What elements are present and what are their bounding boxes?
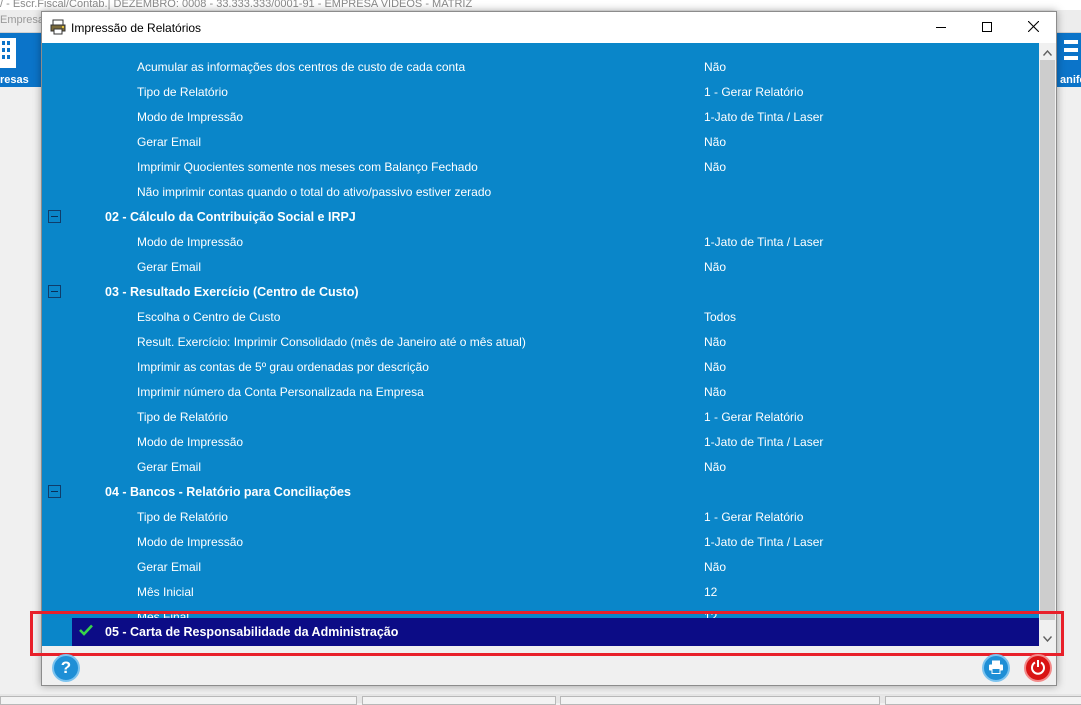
option-value[interactable]: 1-Jato de Tinta / Laser	[704, 535, 823, 549]
report-options-tree: Acumular as informações dos centros de c…	[42, 43, 1039, 646]
option-value[interactable]: 1 - Gerar Relatório	[704, 510, 803, 524]
option-row[interactable]: Modo de Impressão 1-Jato de Tinta / Laser	[42, 230, 1039, 255]
option-row[interactable]: Gerar Email Não	[42, 455, 1039, 480]
dialog-title: Impressão de Relatórios	[71, 21, 202, 35]
collapse-toggle-icon[interactable]	[48, 485, 61, 498]
option-row[interactable]: Acumular as informações dos centros de c…	[42, 55, 1039, 80]
option-row[interactable]: Não imprimir contas quando o total do at…	[42, 180, 1039, 205]
option-label: Acumular as informações dos centros de c…	[137, 60, 466, 74]
scroll-thumb[interactable]	[1040, 60, 1055, 620]
option-row[interactable]: Modo de Impressão 1-Jato de Tinta / Laser	[42, 105, 1039, 130]
option-row[interactable]: Imprimir número da Conta Personalizada n…	[42, 380, 1039, 405]
option-value[interactable]: 1 - Gerar Relatório	[704, 85, 803, 99]
close-icon	[1027, 20, 1039, 35]
option-value[interactable]: Todos	[704, 310, 736, 324]
group-label: 02 - Cálculo da Contribuição Social e IR…	[105, 210, 356, 224]
option-row[interactable]: Mês Inicial 12	[42, 580, 1039, 605]
group-label: 04 - Bancos - Relatório para Conciliaçõe…	[105, 485, 351, 499]
option-label: Tipo de Relatório	[137, 85, 228, 99]
option-label: Não imprimir contas quando o total do at…	[137, 185, 492, 199]
option-label: Escolha o Centro de Custo	[137, 310, 281, 324]
option-value[interactable]: 1-Jato de Tinta / Laser	[704, 435, 823, 449]
option-label: Gerar Email	[137, 460, 202, 474]
option-label: Gerar Email	[137, 260, 202, 274]
option-label: Tipo de Relatório	[137, 510, 228, 524]
highlight-annotation-box	[30, 611, 1064, 656]
option-value[interactable]: Não	[704, 135, 726, 149]
option-value[interactable]: 12	[704, 585, 717, 599]
chevron-up-icon	[1042, 45, 1053, 59]
option-value[interactable]: Não	[704, 460, 726, 474]
option-row[interactable]: Gerar Email Não	[42, 255, 1039, 280]
option-label: Mês Inicial	[137, 585, 194, 599]
option-value[interactable]: Não	[704, 385, 726, 399]
option-row[interactable]: Modo de Impressão 1-Jato de Tinta / Laser	[42, 430, 1039, 455]
option-label: Modo de Impressão	[137, 435, 244, 449]
option-value[interactable]: Não	[704, 335, 726, 349]
exit-button[interactable]	[1024, 654, 1052, 682]
background-companies-label: resas	[0, 74, 29, 86]
background-manifest-label: anife	[1060, 74, 1081, 86]
minimize-button[interactable]	[918, 12, 964, 43]
background-companies-button[interactable]: resas	[0, 38, 40, 86]
option-row[interactable]: Tipo de Relatório 1 - Gerar Relatório	[42, 80, 1039, 105]
option-label: Modo de Impressão	[137, 235, 244, 249]
option-row[interactable]: Imprimir as contas de 5º grau ordenadas …	[42, 355, 1039, 380]
background-window-title: / - Escr.Fiscal/Contab.| DEZEMBRO: 0008 …	[0, 0, 1081, 10]
option-label: Imprimir as contas de 5º grau ordenadas …	[137, 360, 429, 374]
option-value[interactable]: 1 - Gerar Relatório	[704, 410, 803, 424]
report-print-dialog: Impressão de Relatórios Acumular as info…	[41, 11, 1057, 686]
background-subtitle: Empresa	[0, 14, 45, 26]
maximize-icon	[982, 21, 992, 35]
option-label: Gerar Email	[137, 560, 202, 574]
collapse-toggle-icon[interactable]	[48, 210, 61, 223]
option-value[interactable]: Não	[704, 60, 726, 74]
option-value[interactable]: 1-Jato de Tinta / Laser	[704, 110, 823, 124]
vertical-scrollbar[interactable]	[1039, 43, 1056, 646]
minimize-icon	[936, 21, 946, 35]
group-row[interactable]: 02 - Cálculo da Contribuição Social e IR…	[42, 205, 1039, 230]
option-label: Tipo de Relatório	[137, 410, 228, 424]
printer-icon	[988, 660, 1004, 677]
option-value[interactable]: Não	[704, 260, 726, 274]
option-label: Result. Exercício: Imprimir Consolidado …	[137, 335, 526, 349]
group-row[interactable]: 03 - Resultado Exercício (Centro de Cust…	[42, 280, 1039, 305]
scroll-up-button[interactable]	[1039, 43, 1056, 60]
option-row[interactable]: Tipo de Relatório 1 - Gerar Relatório	[42, 505, 1039, 530]
option-value[interactable]: 1-Jato de Tinta / Laser	[704, 235, 823, 249]
help-icon: ?	[60, 658, 72, 677]
power-icon	[1030, 659, 1046, 678]
option-row[interactable]: Gerar Email Não	[42, 555, 1039, 580]
option-label: Imprimir número da Conta Personalizada n…	[137, 385, 424, 399]
print-button[interactable]	[982, 654, 1010, 682]
printer-app-icon	[50, 19, 66, 38]
background-statusbar	[0, 694, 1081, 705]
option-row[interactable]: Gerar Email Não	[42, 130, 1039, 155]
group-label: 03 - Resultado Exercício (Centro de Cust…	[105, 285, 359, 299]
option-value[interactable]: Não	[704, 560, 726, 574]
building-icon	[0, 38, 20, 71]
option-row[interactable]: Imprimir Quocientes somente nos meses co…	[42, 155, 1039, 180]
option-label: Imprimir Quocientes somente nos meses co…	[137, 160, 478, 174]
close-button[interactable]	[1010, 12, 1056, 43]
maximize-button[interactable]	[964, 12, 1010, 43]
option-value[interactable]: Não	[704, 160, 726, 174]
option-row[interactable]: Escolha o Centro de Custo Todos	[42, 305, 1039, 330]
group-row[interactable]: 04 - Bancos - Relatório para Conciliaçõe…	[42, 480, 1039, 505]
background-manifest-button[interactable]: anife	[1056, 38, 1081, 86]
option-label: Gerar Email	[137, 135, 202, 149]
option-label: Modo de Impressão	[137, 535, 244, 549]
collapse-toggle-icon[interactable]	[48, 285, 61, 298]
document-list-icon	[1056, 38, 1078, 71]
option-value[interactable]: Não	[704, 360, 726, 374]
help-button[interactable]: ?	[52, 654, 80, 682]
option-row[interactable]: Modo de Impressão 1-Jato de Tinta / Laser	[42, 530, 1039, 555]
dialog-titlebar[interactable]: Impressão de Relatórios	[42, 12, 1056, 43]
option-row[interactable]: Result. Exercício: Imprimir Consolidado …	[42, 330, 1039, 355]
option-row[interactable]: Tipo de Relatório 1 - Gerar Relatório	[42, 405, 1039, 430]
option-label: Modo de Impressão	[137, 110, 244, 124]
